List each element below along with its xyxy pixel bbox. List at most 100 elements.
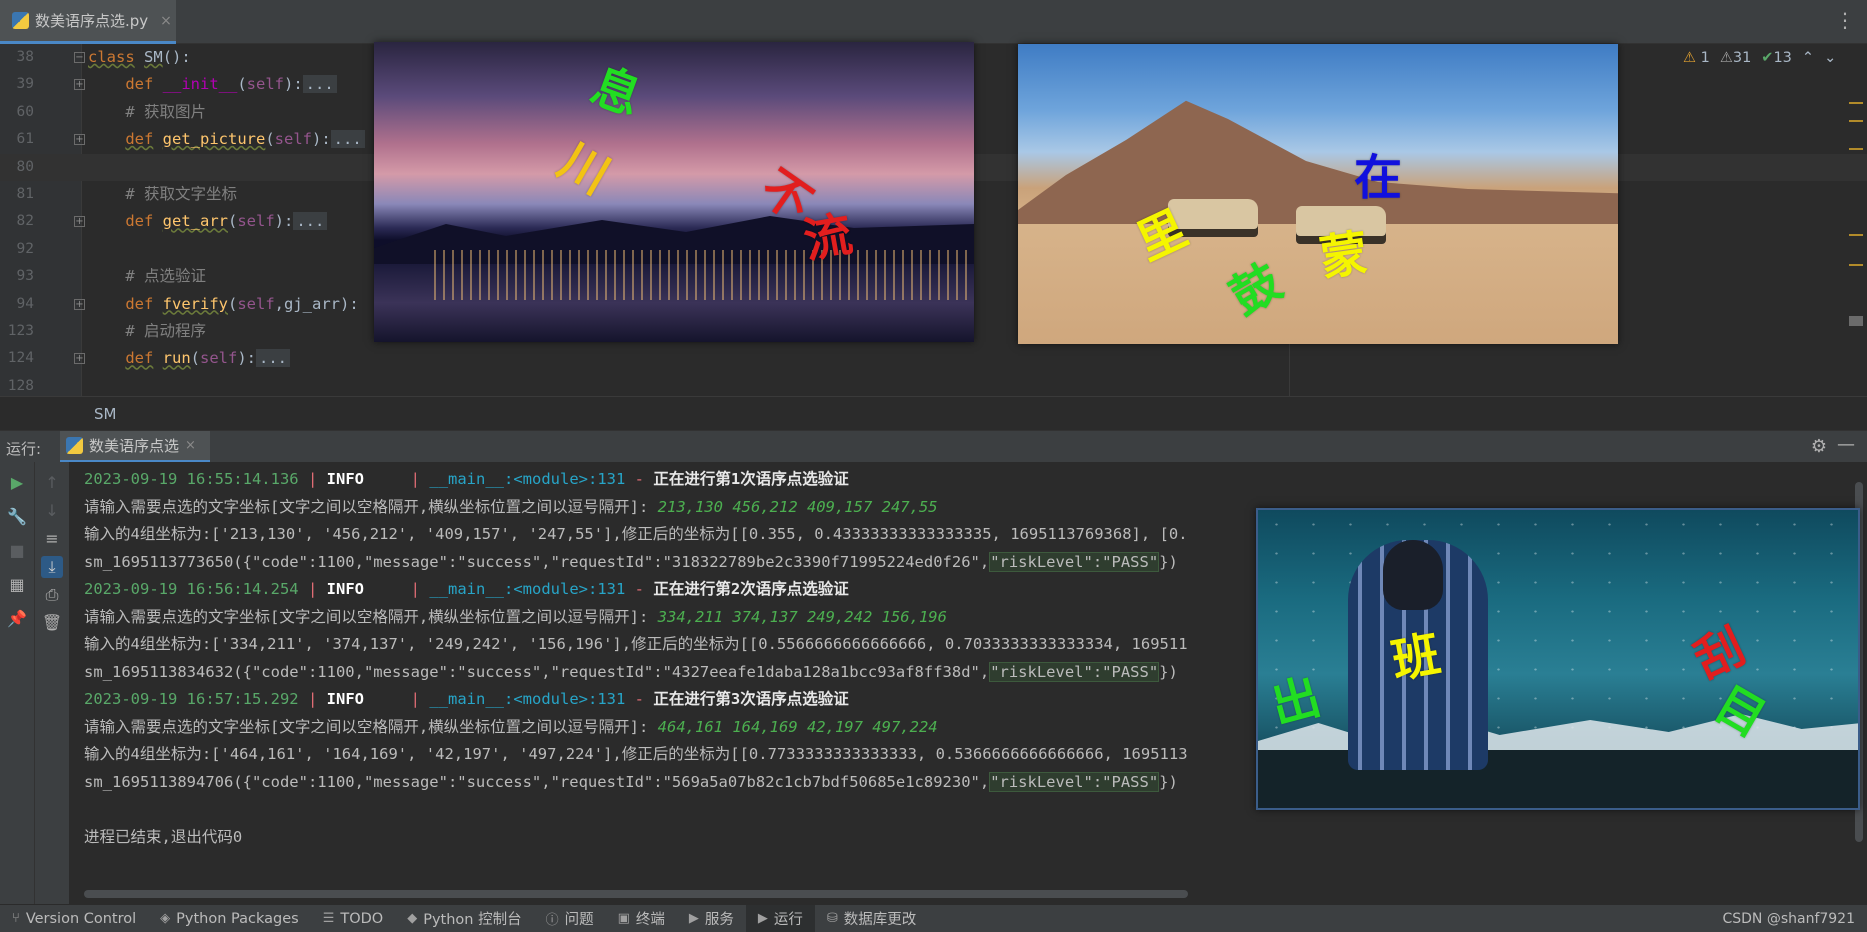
console-log-line: 2023-09-19 16:57:15.292 | INFO | __main_… [84, 690, 849, 708]
fold-toggle-icon[interactable]: + [74, 353, 85, 365]
line-number: 81 [16, 186, 34, 202]
prev-highlight-icon[interactable]: ⌃ [1802, 50, 1814, 66]
folded-code-placeholder[interactable]: ... [256, 349, 291, 368]
run-toolbar-primary: ▶ 🔧 ■ ▦ 📌 [0, 462, 35, 904]
layout-icon[interactable]: ▦ [6, 574, 28, 596]
inspection-widget[interactable]: ⚠ 1 ⚠31 ✔13 ⌃ ⌄ [1683, 50, 1836, 66]
next-highlight-icon[interactable]: ⌄ [1824, 50, 1836, 66]
console-input-line: 请输入需要点选的文字坐标[文字之间以空格隔开,横纵坐标位置之间以逗号隔开]: 4… [84, 717, 938, 736]
code-comment: # 点选验证 [125, 267, 206, 286]
gear-icon[interactable]: ⚙ [1811, 436, 1827, 457]
captcha-char: 流 [799, 206, 857, 270]
fold-toggle-icon[interactable]: + [74, 216, 85, 228]
down-arrow-icon[interactable]: ↓ [41, 500, 63, 522]
editor-tab-label: 数美语序点选.py [35, 12, 149, 30]
fold-toggle-icon[interactable]: + [74, 134, 85, 146]
wrench-icon[interactable]: 🔧 [6, 506, 28, 528]
python-icon: ◆ [407, 911, 418, 926]
console-line: sm_1695113894706({"code":1100,"message":… [84, 771, 1178, 792]
breadcrumb[interactable]: SM [0, 396, 1867, 430]
run-icon: ▶ [757, 911, 768, 926]
stop-icon[interactable]: ■ [6, 540, 28, 562]
console-line: sm_1695113834632({"code":1100,"message":… [84, 661, 1178, 682]
code-text: def get_arr(self):... [88, 208, 328, 235]
fold-toggle-icon[interactable]: + [74, 298, 85, 310]
code-line: 128 [0, 373, 1867, 396]
weak-warning-count[interactable]: ⚠31 [1720, 50, 1751, 66]
folded-code-placeholder[interactable]: ... [293, 212, 328, 231]
code-text: def __init__(self):... [88, 71, 337, 98]
console-horizontal-scrollbar[interactable] [84, 890, 1188, 898]
run-config-tab[interactable]: 数美语序点选 × [60, 431, 210, 463]
print-icon[interactable]: ⎙ [41, 584, 63, 606]
minimize-icon[interactable]: — [1837, 434, 1855, 455]
line-number: 124 [7, 350, 34, 367]
status-bar: ⑂ Version Control ◈ Python Packages ☰ TODO … [0, 904, 1867, 932]
run-toolbar-secondary: ↑ ↓ ≡ ⤓ ⎙ 🗑 [35, 462, 70, 904]
rerun-icon[interactable]: ▶ [6, 472, 28, 494]
captcha-char: 鼓 [1221, 253, 1291, 327]
python-file-icon [66, 437, 83, 454]
trash-icon[interactable]: 🗑 [41, 612, 63, 634]
more-tabs-icon[interactable]: ⋮ [1835, 10, 1855, 30]
captcha-char: 在 [1354, 150, 1403, 206]
version-control-tab[interactable]: ⑂ Version Control [0, 905, 148, 932]
editor-tab-file[interactable]: 数美语序点选.py × [0, 0, 176, 44]
weak-warning-icon: ⚠ [1719, 50, 1733, 66]
line-number: 80 [16, 158, 34, 175]
close-tab-icon[interactable]: × [160, 13, 172, 29]
packages-icon: ◈ [160, 911, 171, 926]
folded-code-placeholder[interactable]: ... [330, 130, 365, 149]
run-panel-label: 运行: [6, 440, 42, 458]
database-changes-tab[interactable]: ⛁ 数据库更改 [815, 905, 928, 932]
fold-toggle-icon[interactable]: + [74, 79, 85, 91]
captcha-char: 川 [549, 132, 619, 206]
python-packages-tab[interactable]: ◈ Python Packages [148, 905, 311, 932]
todo-tab[interactable]: ☰ TODO [311, 905, 396, 932]
warning-count[interactable]: ⚠ 1 [1683, 50, 1710, 66]
problems-tab[interactable]: ⓘ 问题 [534, 905, 606, 932]
run-tab-label: 数美语序点选 [89, 437, 180, 455]
console-input-line: 请输入需要点选的文字坐标[文字之间以空格隔开,横纵坐标位置之间以逗号隔开]: 2… [84, 497, 938, 516]
folded-code-placeholder[interactable]: ... [302, 75, 337, 94]
up-arrow-icon[interactable]: ↑ [41, 472, 63, 494]
line-number: 93 [16, 268, 34, 285]
line-number: 94 [16, 295, 34, 312]
code-text: class SM(): [88, 48, 191, 66]
line-number: 61 [16, 131, 34, 148]
fold-toggle-icon[interactable]: − [74, 52, 85, 63]
code-comment: # 获取图片 [125, 102, 206, 121]
captcha-image-lake: 息 川 不 流 [374, 42, 974, 342]
line-number: 123 [7, 323, 34, 339]
soft-wrap-icon[interactable]: ≡ [41, 528, 63, 550]
console-log-line: 2023-09-19 16:55:14.136 | INFO | __main_… [84, 470, 849, 488]
code-comment: # 启动程序 [125, 322, 206, 340]
line-number: 38 [16, 49, 34, 65]
process-exit-line: 进程已结束,退出代码0 [84, 827, 243, 846]
risk-level-highlight: "riskLevel":"PASS" [989, 661, 1160, 682]
console-line: 输入的4组坐标为:['464,161', '164,169', '42,197'… [84, 745, 1188, 763]
pin-icon[interactable]: 📌 [6, 608, 28, 630]
line-number: 39 [16, 76, 34, 93]
breadcrumb-item[interactable]: SM [94, 405, 116, 423]
branch-icon: ⑂ [12, 911, 20, 926]
python-file-icon [12, 12, 29, 29]
terminal-icon: ▣ [617, 911, 630, 926]
console-line: 输入的4组坐标为:['213,130', '456,212', '409,157… [84, 525, 1188, 543]
code-comment: # 获取文字坐标 [125, 185, 237, 203]
run-tab[interactable]: ▶ 运行 [745, 904, 815, 932]
database-icon: ⛁ [826, 911, 838, 926]
list-icon: ☰ [322, 911, 335, 926]
editor-tab-bar: 数美语序点选.py × ⋮ [0, 0, 1867, 44]
close-tab-icon[interactable]: × [185, 438, 196, 453]
editor-error-stripe[interactable] [1849, 84, 1863, 384]
console-line: sm_1695113773650({"code":1100,"message":… [84, 551, 1178, 572]
services-tab[interactable]: ▶ 服务 [677, 905, 746, 932]
typo-count[interactable]: ✔13 [1761, 50, 1792, 66]
scroll-to-end-icon[interactable]: ⤓ [41, 556, 63, 578]
terminal-tab[interactable]: ▣ 终端 [606, 905, 677, 932]
code-text: def fverify(self,gj_arr): [125, 294, 359, 313]
python-console-tab[interactable]: ◆ Python 控制台 [395, 905, 533, 932]
captcha-char: 蒙 [1316, 224, 1372, 288]
code-text: def run(self):... [88, 345, 291, 372]
